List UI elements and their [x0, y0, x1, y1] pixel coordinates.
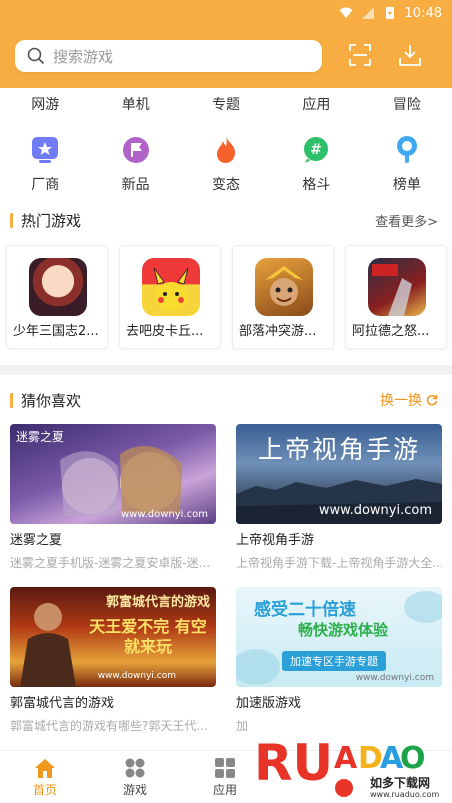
- banner-title-text: 感受二十倍速: [254, 600, 356, 620]
- section-accent-bar: [10, 212, 13, 228]
- banner-tag-text: 加速专区手游专题: [282, 651, 386, 671]
- item-title: 上帝视角手游: [236, 533, 315, 548]
- apps-icon: [215, 758, 235, 778]
- search-placeholder: 搜索游戏: [53, 47, 114, 66]
- hot-game-card[interactable]: 部落冲突游...: [232, 245, 334, 349]
- hot-game-card[interactable]: 阿拉德之怒...: [345, 245, 447, 349]
- home-icon: [35, 759, 55, 778]
- tab-single[interactable]: 单机: [90, 92, 180, 118]
- hot-game-card[interactable]: 少年三国志2...: [6, 245, 108, 349]
- item-description: 迷雾之夏手机版-迷雾之夏安卓版-迷...: [10, 556, 211, 570]
- nav-home[interactable]: 首页: [0, 751, 90, 803]
- refresh-button[interactable]: 换一换: [380, 390, 438, 410]
- banner-image: 郭富城代言的游戏 天王爱不完 有空就来玩 www.downyi.com: [10, 587, 216, 687]
- watermark-url: www.ruaduo.com: [370, 790, 440, 799]
- section-divider: [0, 365, 452, 375]
- section-title: 热门游戏: [21, 211, 82, 230]
- banner-site-text: www.downyi.com: [355, 673, 434, 683]
- signal-icon: [361, 7, 374, 19]
- svg-text:RU: RU: [254, 734, 333, 792]
- banner-title-text: 上帝视角手游: [257, 435, 420, 464]
- banner-image: 感受二十倍速 畅快游戏体验 加速专区手游专题 www.downyi.com: [236, 587, 442, 687]
- scan-button[interactable]: [346, 40, 374, 70]
- tab-online[interactable]: 网游: [0, 92, 90, 118]
- wifi-icon: [339, 7, 353, 18]
- guess-card[interactable]: 上帝视角手游 www.downyi.com 上帝视角手游 上帝视角手游下载-上帝…: [236, 424, 442, 571]
- category-vendor[interactable]: 厂商: [0, 133, 90, 195]
- banner-image: 迷雾之夏 www.downyi.com: [10, 424, 216, 524]
- guess-like-header: 猜你喜欢 换一换: [0, 388, 452, 412]
- tab-adventure[interactable]: 冒险: [362, 92, 452, 118]
- refresh-icon: [426, 394, 438, 406]
- banner-title-text: 郭富城代言的游戏: [105, 595, 210, 610]
- medal-icon: [390, 133, 424, 167]
- nav-games[interactable]: 游戏: [90, 751, 180, 803]
- flag-circle-icon: [119, 133, 153, 167]
- download-button[interactable]: [396, 40, 424, 70]
- section-accent-bar: [10, 392, 13, 408]
- section-title: 猜你喜欢: [21, 391, 82, 410]
- item-title: 迷雾之夏: [10, 533, 63, 548]
- banner-site-text: www.downyi.com: [97, 671, 176, 681]
- watermark-subtitle: 如多下载网: [370, 776, 431, 790]
- star-badge-icon: [28, 133, 62, 167]
- hot-game-card[interactable]: 去吧皮卡丘...: [119, 245, 221, 349]
- scan-icon: [349, 44, 371, 66]
- status-bar: 10:48: [0, 0, 452, 26]
- hot-games-header: 热门游戏 查看更多>: [0, 208, 452, 232]
- search-input[interactable]: 搜索游戏: [15, 40, 322, 72]
- banner-slogan-text: 畅快游戏体验: [298, 621, 389, 639]
- game-thumbnail: [142, 258, 200, 316]
- hot-games-list: 少年三国志2... 去吧皮卡丘... 部落冲突游... 阿拉德之怒...: [0, 245, 452, 349]
- battery-icon: [385, 7, 394, 19]
- guess-card[interactable]: 郭富城代言的游戏 天王爱不完 有空就来玩 www.downyi.com 郭富城代…: [10, 587, 216, 734]
- grid-icon: [125, 758, 145, 778]
- category-rank[interactable]: 榜单: [362, 133, 452, 195]
- svg-text:O: O: [400, 741, 426, 776]
- svg-text:A: A: [334, 741, 358, 776]
- category-fighting[interactable]: # 格斗: [271, 133, 361, 195]
- game-thumbnail: [29, 258, 87, 316]
- tab-topic[interactable]: 专题: [181, 92, 271, 118]
- guess-card[interactable]: 感受二十倍速 畅快游戏体验 加速专区手游专题 www.downyi.com 加速…: [236, 587, 442, 734]
- category-mod[interactable]: 变态: [181, 133, 271, 195]
- search-icon: [27, 47, 45, 65]
- category-icons: 厂商 新品 变态 # 格斗 榜单: [0, 133, 452, 195]
- status-time: 10:48: [404, 5, 442, 21]
- item-description: 上帝视角手游下载-上帝视角手游大全...: [236, 556, 442, 570]
- guess-card[interactable]: 迷雾之夏 www.downyi.com 迷雾之夏 迷雾之夏手机版-迷雾之夏安卓版…: [10, 424, 216, 571]
- banner-title-text: 迷雾之夏: [16, 430, 65, 444]
- banner-site-text: www.downyi.com: [120, 509, 208, 520]
- banner-site-text: www.downyi.com: [318, 503, 432, 518]
- watermark-logo: RU A D A O 如多下载网 www.ruaduo.com: [252, 728, 448, 803]
- game-thumbnail: [255, 258, 313, 316]
- banner-image: 上帝视角手游 www.downyi.com: [236, 424, 442, 524]
- banner-slogan-text: 天王爱不完 有空就来玩: [89, 617, 207, 656]
- download-icon: [399, 45, 421, 66]
- hash-bubble-icon: #: [299, 133, 333, 167]
- flame-icon: [209, 133, 243, 167]
- category-new[interactable]: 新品: [90, 133, 180, 195]
- view-more-link[interactable]: 查看更多>: [375, 211, 438, 230]
- item-title: 郭富城代言的游戏: [10, 696, 115, 711]
- item-description: 郭富城代言的游戏有哪些?郭天王代...: [10, 719, 208, 733]
- category-tabs: 网游 单机 专题 应用 冒险: [0, 92, 452, 118]
- game-thumbnail: [368, 258, 426, 316]
- tab-apps[interactable]: 应用: [271, 92, 361, 118]
- header: 搜索游戏: [0, 26, 452, 88]
- item-title: 加速版游戏: [236, 696, 302, 711]
- svg-text:#: #: [311, 142, 323, 158]
